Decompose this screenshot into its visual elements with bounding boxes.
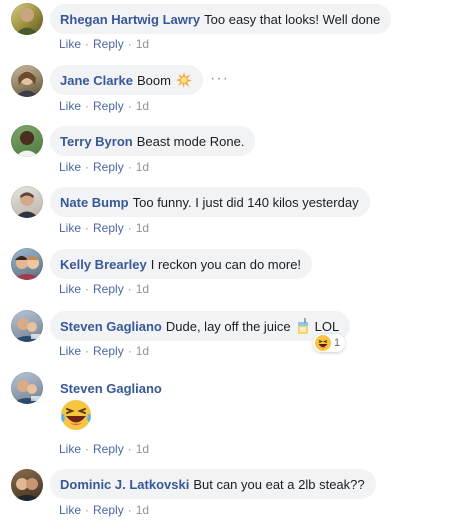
comment-bubble: Terry Byron Beast mode Rone. <box>50 126 256 156</box>
like-button[interactable]: Like <box>59 99 81 113</box>
comment-text: But can you eat a 2lb steak?? <box>193 476 365 492</box>
comment-author[interactable]: Kelly Brearley <box>60 257 147 272</box>
separator: · <box>85 282 90 296</box>
comment-author[interactable]: Steven Gagliano <box>60 381 162 396</box>
comment-time[interactable]: 1d <box>136 442 149 456</box>
comment-actions: Like · Reply · 1d <box>59 99 149 113</box>
comment-actions: Like · Reply · 1d <box>59 344 149 358</box>
comment-text: Too funny. I just did 140 kilos yesterda… <box>132 194 359 210</box>
comment-actions: Like · Reply · 1d <box>59 282 149 296</box>
comment-actions: Like · Reply · 1d <box>59 442 149 456</box>
like-button[interactable]: Like <box>59 442 81 456</box>
separator: · <box>127 442 132 456</box>
separator: · <box>85 344 90 358</box>
comment-actions: Like · Reply · 1d <box>59 160 149 174</box>
avatar-photo-icon <box>11 380 43 404</box>
avatar[interactable] <box>11 125 43 157</box>
comment-bubble: Nate Bump Too funny. I just did 140 kilo… <box>50 187 370 217</box>
comment-bubble: Rhegan Hartwig Lawry Too easy that looks… <box>50 4 392 34</box>
reply-button[interactable]: Reply <box>93 344 124 358</box>
separator: · <box>85 160 90 174</box>
more-options-button[interactable]: ··· <box>210 70 229 88</box>
haha-reaction-icon <box>315 335 331 351</box>
comment-time[interactable]: 1d <box>136 282 149 296</box>
laughing-tears-icon <box>59 398 93 437</box>
comment-author[interactable]: Terry Byron <box>60 134 133 149</box>
separator: · <box>85 221 90 235</box>
reply-button[interactable]: Reply <box>93 99 124 113</box>
comment-author[interactable]: Nate Bump <box>60 195 129 210</box>
avatar-photo-icon <box>15 192 39 218</box>
comment-text: I reckon you can do more! <box>150 256 302 272</box>
comment-text: Boom <box>137 72 171 88</box>
avatar[interactable] <box>11 469 43 501</box>
reply-button[interactable]: Reply <box>93 503 124 517</box>
reaction-count: 1 <box>334 337 341 349</box>
reply-button[interactable]: Reply <box>93 160 124 174</box>
separator: · <box>127 37 132 51</box>
avatar-photo-icon <box>11 478 43 501</box>
comment-author[interactable]: Rhegan Hartwig Lawry <box>60 12 200 27</box>
separator: · <box>127 282 132 296</box>
reply-button[interactable]: Reply <box>93 37 124 51</box>
comment-author[interactable]: Steven Gagliano <box>60 319 162 334</box>
comment-author[interactable]: Jane Clarke <box>60 73 133 88</box>
like-button[interactable]: Like <box>59 37 81 51</box>
comment-bubble: Dominic J. Latkovski But can you eat a 2… <box>50 469 376 499</box>
avatar-photo-icon <box>15 131 39 157</box>
avatar-photo-icon <box>11 256 43 280</box>
avatar[interactable] <box>11 248 43 280</box>
like-button[interactable]: Like <box>59 344 81 358</box>
reactions-badge[interactable]: 1 <box>313 334 346 352</box>
separator: · <box>85 442 90 456</box>
reply-button[interactable]: Reply <box>93 442 124 456</box>
comment-time[interactable]: 1d <box>136 221 149 235</box>
like-button[interactable]: Like <box>59 503 81 517</box>
like-button[interactable]: Like <box>59 221 81 235</box>
avatar-photo-icon <box>15 8 39 35</box>
collision-icon <box>175 72 192 88</box>
separator: · <box>127 221 132 235</box>
separator: · <box>85 99 90 113</box>
comment-text: Dude, lay off the juice <box>165 318 291 334</box>
like-button[interactable]: Like <box>59 282 81 296</box>
comment-bubble: Steven Gagliano Dude, lay off the juice … <box>50 311 351 341</box>
avatar-photo-icon <box>15 71 39 97</box>
comment-time[interactable]: 1d <box>136 99 149 113</box>
separator: · <box>127 160 132 174</box>
avatar[interactable] <box>11 3 43 35</box>
reply-button[interactable]: Reply <box>93 221 124 235</box>
comment-text: Beast mode Rone. <box>136 133 245 149</box>
like-button[interactable]: Like <box>59 160 81 174</box>
comment-bubble: Kelly Brearley I reckon you can do more! <box>50 249 313 279</box>
comment-time[interactable]: 1d <box>136 344 149 358</box>
separator: · <box>127 344 132 358</box>
separator: · <box>127 503 132 517</box>
comment-actions: Like · Reply · 1d <box>59 221 149 235</box>
avatar[interactable] <box>11 186 43 218</box>
avatar[interactable] <box>11 310 43 342</box>
comment-bubble: Jane Clarke Boom <box>50 65 203 95</box>
avatar[interactable] <box>11 372 43 404</box>
comment-text: LOL <box>314 318 340 334</box>
separator: · <box>127 99 132 113</box>
comment-time[interactable]: 1d <box>136 503 149 517</box>
avatar[interactable] <box>11 65 43 97</box>
comment-author[interactable]: Dominic J. Latkovski <box>60 477 189 492</box>
separator: · <box>85 503 90 517</box>
comment-text: Too easy that looks! Well done <box>204 11 381 27</box>
juice-box-icon <box>297 318 309 334</box>
comment-time[interactable]: 1d <box>136 37 149 51</box>
comment-actions: Like · Reply · 1d <box>59 37 149 51</box>
reply-button[interactable]: Reply <box>93 282 124 296</box>
separator: · <box>85 37 90 51</box>
avatar-photo-icon <box>11 318 43 342</box>
comment-actions: Like · Reply · 1d <box>59 503 149 517</box>
comment-time[interactable]: 1d <box>136 160 149 174</box>
